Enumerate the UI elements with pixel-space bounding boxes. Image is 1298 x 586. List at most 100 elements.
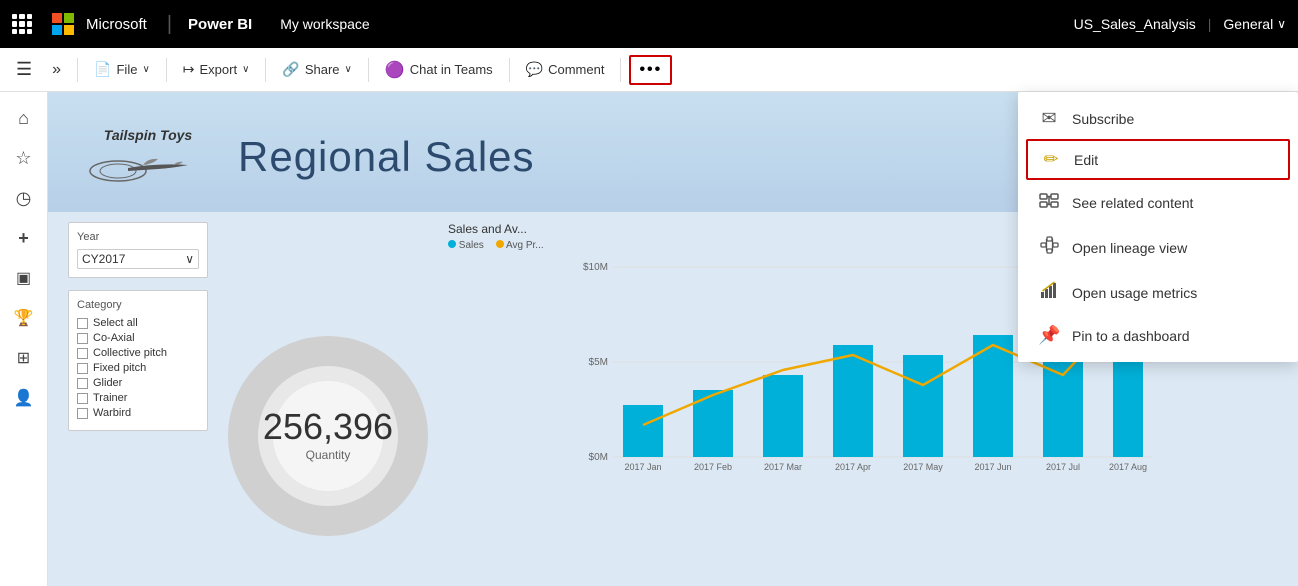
menu-item-lineage[interactable]: Open lineage view (1018, 225, 1298, 270)
export-icon: ↦ (183, 61, 195, 78)
legend-avgpr-dot (496, 240, 504, 248)
subscribe-icon: ✉ (1038, 108, 1060, 129)
legend-sales: Sales (448, 240, 484, 251)
category-item-fixed[interactable]: Fixed pitch (77, 362, 199, 374)
chat-teams-button[interactable]: 🟣 Chat in Teams (377, 56, 501, 84)
sidebar-item-home[interactable]: ⌂ (6, 100, 42, 136)
category-item-coaxial[interactable]: Co-Axial (77, 332, 199, 344)
toolbar-separator1 (77, 58, 78, 82)
year-filter: Year CY2017 ∨ (68, 222, 208, 278)
microsoft-label: Microsoft (86, 16, 147, 33)
comment-icon: 💬 (526, 61, 543, 78)
checkbox-collective[interactable] (77, 348, 88, 359)
category-item-glider[interactable]: Glider (77, 377, 199, 389)
menu-item-subscribe-label: Subscribe (1072, 111, 1134, 127)
share-button[interactable]: 🔗 Share ∨ (274, 57, 359, 82)
sidebar: ⌂ ☆ ◷ + ▣ 🏆 ⊞ 👤 (0, 92, 48, 586)
checkbox-coaxial[interactable] (77, 333, 88, 344)
export-button[interactable]: ↦ Export ∨ (175, 57, 258, 82)
sidebar-item-favorites[interactable]: ☆ (6, 140, 42, 176)
forward-button[interactable]: » (44, 57, 69, 83)
menu-item-pin[interactable]: 📌 Pin to a dashboard (1018, 315, 1298, 356)
section-dropdown[interactable]: General ∨ (1223, 16, 1286, 32)
menu-item-subscribe[interactable]: ✉ Subscribe (1018, 98, 1298, 139)
category-item-warbird[interactable]: Warbird (77, 407, 199, 419)
menu-button[interactable]: ☰ (8, 55, 40, 84)
x-aug: 2017 Aug (1109, 462, 1147, 472)
category-filter: Category Select all Co-Axial Collective … (68, 290, 208, 431)
category-label-fixed: Fixed pitch (93, 362, 146, 374)
menu-item-metrics[interactable]: Open usage metrics (1018, 270, 1298, 315)
x-mar: 2017 Mar (764, 462, 802, 472)
x-may: 2017 May (903, 462, 943, 472)
teams-icon: 🟣 (385, 60, 405, 80)
report-name: US_Sales_Analysis (1074, 16, 1196, 32)
category-item-trainer[interactable]: Trainer (77, 392, 199, 404)
toolbar-separator2 (166, 58, 167, 82)
menu-item-related-label: See related content (1072, 195, 1193, 211)
checkbox-selectall[interactable] (77, 318, 88, 329)
report-title: Regional Sales (238, 133, 535, 181)
file-button[interactable]: 📄 File ∨ (86, 57, 158, 82)
sidebar-item-apps[interactable]: ⊞ (6, 340, 42, 376)
file-chevron-icon: ∨ (142, 64, 149, 75)
checkbox-fixed[interactable] (77, 363, 88, 374)
pin-icon: 📌 (1038, 325, 1060, 346)
toolbar: ☰ » 📄 File ∨ ↦ Export ∨ 🔗 Share ∨ 🟣 Chat… (0, 48, 1298, 92)
menu-item-edit[interactable]: ✏ Edit (1026, 139, 1290, 180)
waffle-icon[interactable] (12, 14, 32, 34)
y-label-10m: $10M (583, 262, 608, 273)
topbar-separator2: | (1208, 16, 1212, 32)
toolbar-separator6 (620, 58, 621, 82)
topbar-right: US_Sales_Analysis | General ∨ (1074, 16, 1286, 32)
year-label: Year (77, 231, 199, 243)
category-label-selectall: Select all (93, 317, 138, 329)
chat-label: Chat in Teams (410, 62, 493, 77)
bar-may (903, 355, 943, 457)
chevron-down-icon: ∨ (1277, 17, 1286, 31)
year-value: CY2017 (82, 252, 125, 266)
file-label: File (116, 62, 137, 77)
bar-mar (763, 375, 803, 457)
sidebar-item-recents[interactable]: ◷ (6, 180, 42, 216)
menu-item-related[interactable]: See related content (1018, 180, 1298, 225)
sidebar-item-goals[interactable]: 🏆 (6, 300, 42, 336)
filter-panel: Year CY2017 ∨ Category Select all (68, 222, 208, 576)
workspace-label[interactable]: My workspace (280, 16, 369, 32)
sidebar-item-create[interactable]: + (6, 220, 42, 256)
donut-area: 256,396 Quantity (228, 222, 428, 576)
x-jan: 2017 Jan (624, 462, 661, 472)
checkbox-glider[interactable] (77, 378, 88, 389)
dropdown-menu: ✉ Subscribe ✏ Edit See related conten (1018, 92, 1298, 362)
tailspin-logo: Tailspin Toys (78, 117, 218, 197)
export-chevron-icon: ∨ (242, 64, 249, 75)
checkbox-warbird[interactable] (77, 408, 88, 419)
category-item-collective[interactable]: Collective pitch (77, 347, 199, 359)
tailspin-text: Tailspin Toys (104, 127, 192, 143)
more-button[interactable]: ••• (629, 55, 672, 85)
bar-jan (623, 405, 663, 457)
donut-subtitle: Quantity (263, 448, 393, 462)
sidebar-item-data[interactable]: ▣ (6, 260, 42, 296)
menu-item-lineage-label: Open lineage view (1072, 240, 1187, 256)
comment-button[interactable]: 💬 Comment (518, 57, 613, 82)
menu-item-pin-label: Pin to a dashboard (1072, 328, 1190, 344)
toolbar-separator5 (509, 58, 510, 82)
y-label-0m: $0M (589, 452, 608, 463)
year-dropdown[interactable]: CY2017 ∨ (77, 249, 199, 269)
donut-values: 256,396 Quantity (263, 406, 393, 462)
more-icon: ••• (639, 61, 662, 79)
edit-icon: ✏ (1040, 149, 1062, 170)
topbar: Microsoft | Power BI My workspace US_Sal… (0, 0, 1298, 48)
donut-value: 256,396 (263, 406, 393, 448)
metrics-icon (1038, 280, 1060, 305)
year-chevron-icon: ∨ (185, 252, 194, 266)
section-name: General (1223, 16, 1273, 32)
checkbox-trainer[interactable] (77, 393, 88, 404)
category-label: Category (77, 299, 199, 311)
toolbar-separator4 (368, 58, 369, 82)
tailspin-plane-svg (88, 143, 208, 188)
x-jun: 2017 Jun (974, 462, 1011, 472)
category-item-selectall[interactable]: Select all (77, 317, 199, 329)
sidebar-item-people[interactable]: 👤 (6, 380, 42, 416)
